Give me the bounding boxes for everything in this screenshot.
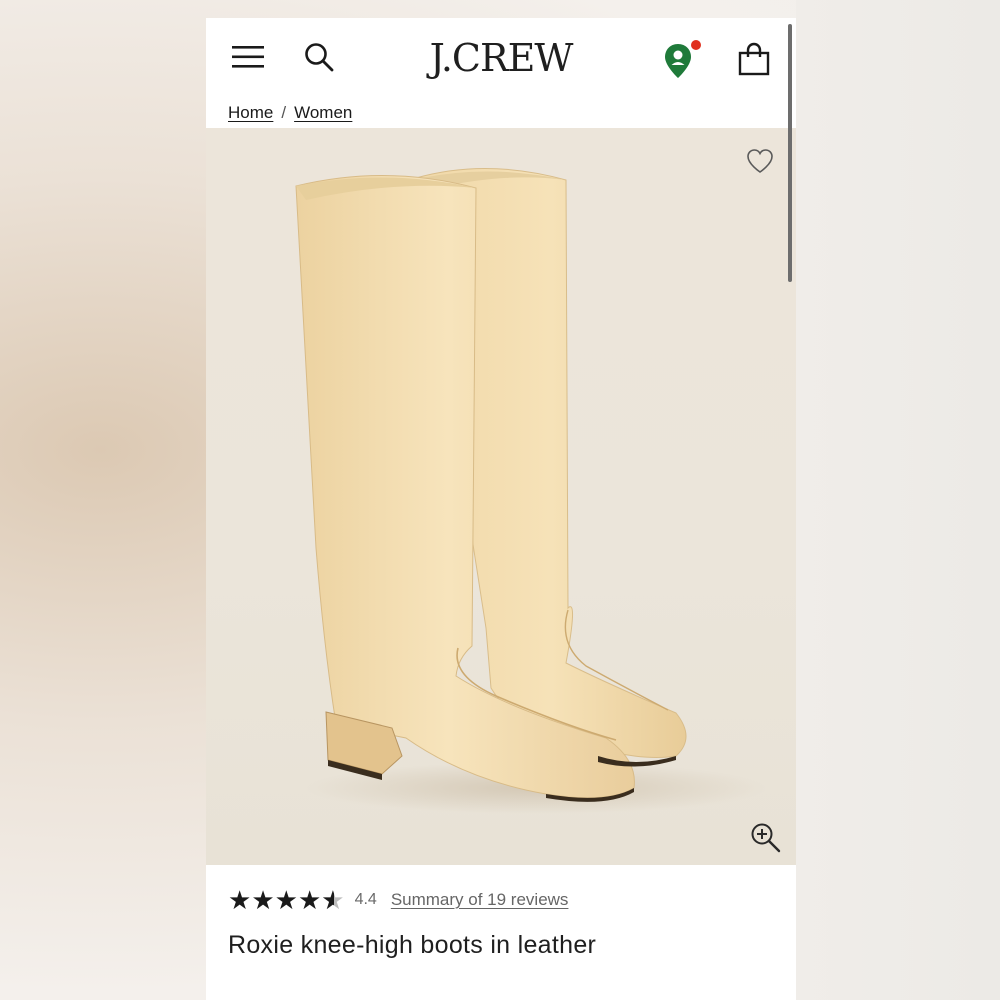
- zoom-in-icon[interactable]: [750, 822, 782, 854]
- background-right: [796, 0, 1000, 1000]
- heart-outline-icon[interactable]: [746, 148, 774, 174]
- reviews-summary-link[interactable]: Summary of 19 reviews: [391, 890, 569, 910]
- star-icon: ★: [274, 885, 298, 915]
- search-icon[interactable]: [304, 42, 334, 72]
- rating-value: 4.4: [354, 891, 377, 908]
- rating-stars: ★★★★★: [228, 887, 345, 913]
- site-logo[interactable]: J.CREW: [416, 36, 586, 80]
- product-image[interactable]: [206, 128, 796, 865]
- shopping-bag-icon[interactable]: [738, 42, 770, 76]
- breadcrumb-separator: /: [281, 103, 287, 122]
- scrollbar[interactable]: [788, 24, 792, 282]
- breadcrumb-home-link[interactable]: Home: [228, 103, 273, 123]
- star-half-icon: ★: [321, 887, 344, 913]
- mobile-page: J.CREW Home / Women ★★★★★ ★ 4.4 Summary …: [206, 18, 796, 1000]
- rating-row: ★★★★★ 4.4 Summary of 19 reviews: [228, 883, 568, 917]
- boots-illustration: [295, 167, 766, 814]
- breadcrumb-women-link[interactable]: Women: [294, 103, 352, 123]
- location-pin-icon[interactable]: [664, 40, 706, 80]
- hamburger-menu-icon[interactable]: [232, 44, 264, 70]
- site-header: J.CREW: [206, 18, 796, 100]
- star-icon: ★: [228, 885, 252, 915]
- star-icon: ★: [251, 885, 275, 915]
- breadcrumb: Home / Women: [228, 99, 352, 127]
- product-title: Roxie knee-high boots in leather: [228, 931, 597, 959]
- star-icon: ★: [297, 885, 322, 915]
